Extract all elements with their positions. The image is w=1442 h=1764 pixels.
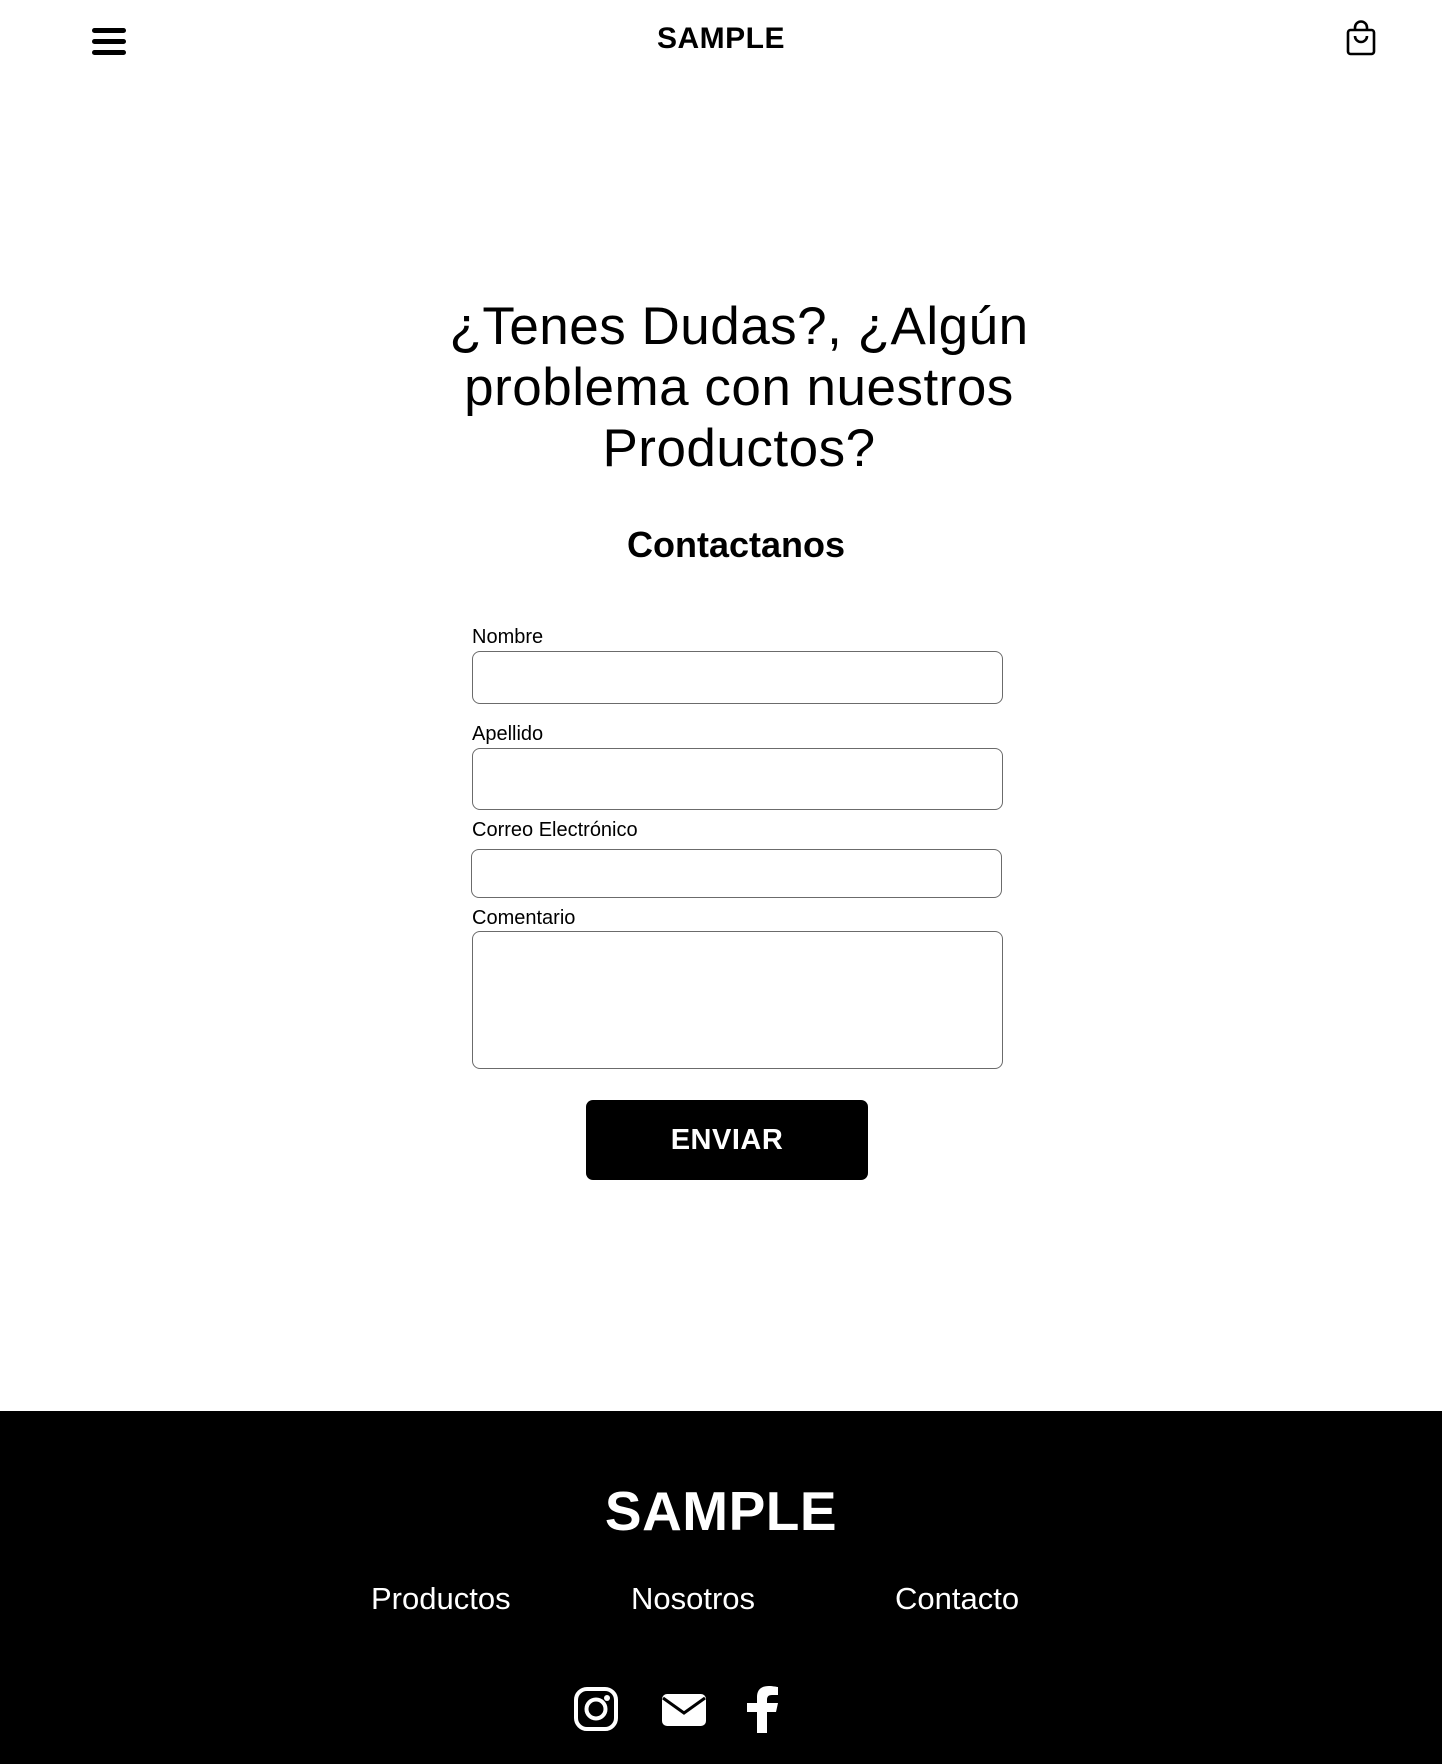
- comentario-label: Comentario: [472, 907, 576, 929]
- footer-link-contacto[interactable]: Contacto: [895, 1581, 1019, 1617]
- footer-link-nosotros[interactable]: Nosotros: [631, 1581, 755, 1617]
- facebook-icon[interactable]: [738, 1685, 786, 1733]
- apellido-input[interactable]: [472, 748, 1003, 810]
- shopping-bag-icon[interactable]: [1344, 20, 1378, 56]
- site-footer: SAMPLE Productos Nosotros Contacto: [0, 1411, 1442, 1764]
- footer-brand[interactable]: SAMPLE: [0, 1479, 1442, 1543]
- page-headline: ¿Tenes Dudas?, ¿Algún problema con nuest…: [421, 296, 1057, 479]
- email-label: Correo Electrónico: [472, 819, 638, 841]
- headline-line: Productos?: [602, 419, 876, 478]
- footer-link-productos[interactable]: Productos: [371, 1581, 511, 1617]
- instagram-icon[interactable]: [574, 1685, 618, 1733]
- headline-line: ¿Tenes Dudas?, ¿Algún: [449, 297, 1029, 356]
- header-brand[interactable]: SAMPLE: [0, 22, 1442, 56]
- email-input[interactable]: [471, 849, 1002, 898]
- comentario-textarea[interactable]: [472, 931, 1003, 1069]
- site-header: SAMPLE: [0, 0, 1442, 90]
- email-icon[interactable]: [660, 1685, 708, 1733]
- enviar-button[interactable]: ENVIAR: [586, 1100, 868, 1180]
- nombre-input[interactable]: [472, 651, 1003, 704]
- apellido-label: Apellido: [472, 723, 544, 745]
- nombre-label: Nombre: [472, 626, 544, 648]
- headline-line: problema con nuestros: [464, 358, 1014, 417]
- contact-subheading: Contactanos: [626, 524, 846, 565]
